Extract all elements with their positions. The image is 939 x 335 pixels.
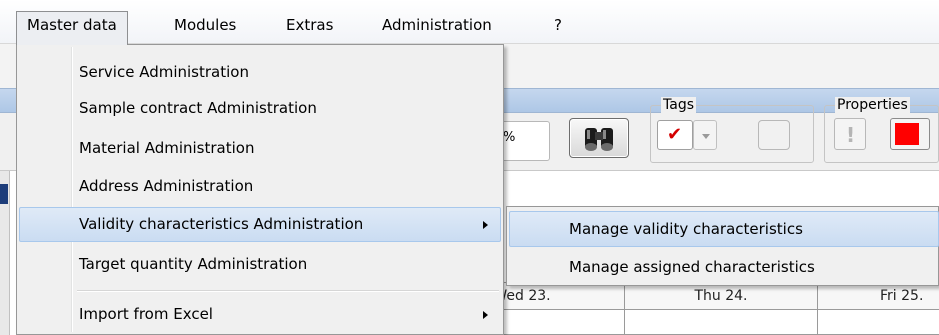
submenu-arrow-icon	[483, 311, 488, 319]
search-button[interactable]	[569, 118, 629, 158]
menu-separator	[77, 290, 499, 292]
grid-cell[interactable]	[625, 310, 818, 335]
grid-header-cell: Fri 25.	[880, 288, 924, 304]
menu-help[interactable]: ?	[544, 12, 572, 40]
menu-item-service-administration[interactable]: Service Administration	[19, 55, 501, 90]
submenu-item-label: Manage validity characteristics	[569, 220, 803, 238]
submenu-item-manage-validity-characteristics[interactable]: Manage validity characteristics	[509, 211, 939, 247]
exclamation-icon: !	[846, 123, 856, 147]
left-panel-marker	[0, 184, 8, 204]
menu-item-target-quantity-administration[interactable]: Target quantity Administration	[19, 247, 501, 282]
tag-blank-button[interactable]	[758, 120, 790, 150]
menu-item-label: Service Administration	[79, 63, 249, 81]
menu-item-label: Address Administration	[79, 177, 254, 195]
menu-item-label: Import from Excel	[79, 305, 213, 323]
menu-item-material-administration[interactable]: Material Administration	[19, 131, 501, 166]
tag-check-button[interactable]: ✔	[657, 120, 693, 150]
red-swatch-icon	[895, 123, 919, 145]
menu-master-data[interactable]: Master data	[16, 11, 128, 45]
menu-item-address-administration[interactable]: Address Administration	[19, 169, 501, 204]
chevron-down-icon	[702, 134, 710, 139]
grid-cell[interactable]	[818, 310, 939, 335]
exclamation-button[interactable]: !	[834, 118, 866, 150]
tags-group-label: Tags	[661, 97, 696, 113]
validity-characteristics-submenu: Manage validity characteristics Manage a…	[506, 206, 939, 286]
tag-dropdown-button[interactable]	[693, 120, 717, 150]
menu-item-label: Sample contract Administration	[79, 99, 317, 117]
menu-item-label: Target quantity Administration	[79, 255, 308, 273]
properties-group-label: Properties	[835, 97, 910, 113]
menu-bar: Master data Modules Extras Administratio…	[0, 0, 939, 45]
menu-item-validity-characteristics-administration[interactable]: Validity characteristics Administration	[19, 207, 501, 242]
percent-label: %	[503, 130, 516, 145]
menu-item-sample-contract-administration[interactable]: Sample contract Administration	[19, 91, 501, 126]
menu-item-import-from-excel[interactable]: Import from Excel	[19, 297, 501, 332]
master-data-dropdown: Service Administration Sample contract A…	[16, 44, 504, 335]
menu-item-label: Validity characteristics Administration	[79, 215, 364, 233]
menu-modules[interactable]: Modules	[164, 12, 246, 40]
red-color-button[interactable]	[890, 118, 930, 150]
grid-header-cell: Thu 24.	[625, 283, 818, 311]
menu-extras[interactable]: Extras	[276, 12, 343, 40]
submenu-item-label: Manage assigned characteristics	[569, 258, 815, 276]
checkmark-icon: ✔	[667, 124, 683, 145]
menu-administration[interactable]: Administration	[372, 12, 502, 40]
submenu-item-manage-assigned-characteristics[interactable]: Manage assigned characteristics	[509, 249, 939, 285]
submenu-arrow-icon	[483, 221, 488, 229]
binoculars-icon	[585, 128, 613, 151]
menu-item-label: Material Administration	[79, 139, 255, 157]
